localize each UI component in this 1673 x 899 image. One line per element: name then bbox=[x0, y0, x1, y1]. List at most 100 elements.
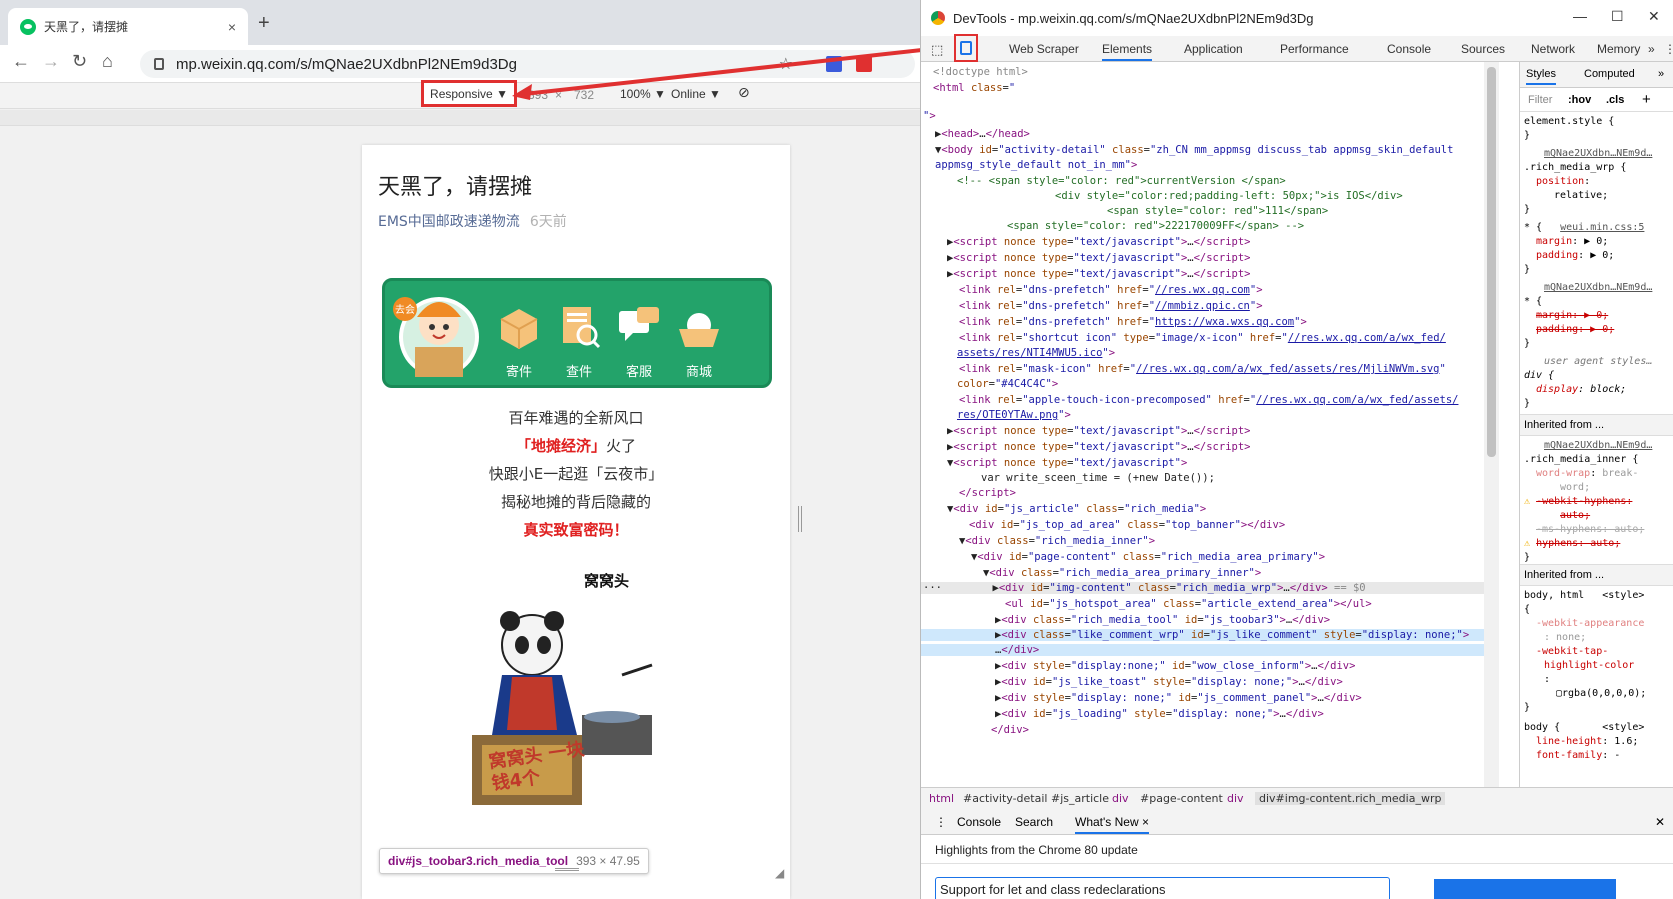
viewport-resize-handle[interactable] bbox=[798, 506, 802, 532]
breadcrumb-item[interactable]: #page-content bbox=[1140, 792, 1223, 805]
dom-line[interactable]: ▶<div class="rich_media_tool" id="js_too… bbox=[995, 614, 1330, 626]
dom-comment[interactable]: <!-- <span style="color: red">currentVer… bbox=[957, 175, 1286, 187]
style-rule[interactable]: body { <style> bbox=[1524, 722, 1644, 733]
dom-line[interactable]: ▶<script nonce type="text/javascript">…<… bbox=[947, 252, 1251, 264]
bottom-resize-handle[interactable] bbox=[555, 868, 579, 871]
tab-computed[interactable]: Computed bbox=[1584, 68, 1635, 80]
dom-line[interactable]: ▼<div id="page-content" class="rich_medi… bbox=[971, 551, 1325, 563]
style-source-link[interactable]: mQNae2UXdbn…NEm9d… bbox=[1544, 148, 1652, 159]
dom-line[interactable]: assets/res/NTI4MWU5.ico"> bbox=[957, 347, 1115, 359]
new-style-rule-button[interactable]: + bbox=[1642, 91, 1651, 108]
style-property[interactable]: word-wrap: break- bbox=[1536, 468, 1638, 479]
tab-styles[interactable]: Styles bbox=[1526, 68, 1556, 85]
drawer-tab-console[interactable]: Console bbox=[957, 815, 1001, 829]
dom-line[interactable]: ▶<div id="js_loading" style="display: no… bbox=[995, 708, 1324, 720]
dom-line[interactable]: <link rel="dns-prefetch" href="//res.wx.… bbox=[959, 284, 1263, 296]
whats-new-item[interactable]: Support for let and class redeclarations bbox=[935, 877, 1390, 899]
ems-service-banner[interactable]: 去会 寄件 查件 客服 商城 bbox=[382, 278, 772, 388]
dom-line[interactable]: <link rel="apple-touch-icon-precomposed"… bbox=[959, 394, 1458, 406]
dom-line[interactable]: ▶<script nonce type="text/javascript">…<… bbox=[947, 441, 1251, 453]
breadcrumb-item[interactable]: html bbox=[929, 792, 954, 805]
browser-tab[interactable]: 天黑了，请摆摊 × bbox=[8, 8, 248, 45]
banner-item-track[interactable]: 查件 bbox=[549, 303, 609, 380]
style-property[interactable]: font-family: - bbox=[1536, 750, 1620, 761]
kebab-menu-icon[interactable]: ⋮ bbox=[1664, 42, 1673, 56]
style-rule[interactable]: body, html <style> bbox=[1524, 590, 1644, 601]
responsive-dropdown[interactable]: Responsive ▼ bbox=[421, 80, 517, 107]
dom-line[interactable]: "> bbox=[923, 110, 936, 122]
tab-web-scraper[interactable]: Web Scraper bbox=[1009, 42, 1079, 56]
more-styles-tabs[interactable]: » bbox=[1658, 68, 1664, 80]
minimize-icon[interactable]: — bbox=[1573, 8, 1587, 24]
inspect-element-icon[interactable]: ⬚ bbox=[931, 42, 943, 58]
dom-line[interactable]: <link rel="shortcut icon" type="image/x-… bbox=[959, 332, 1446, 344]
dom-line[interactable]: ▶<div id="js_like_toast" style="display:… bbox=[995, 676, 1343, 688]
dom-line[interactable]: </script> bbox=[959, 487, 1016, 499]
dom-line[interactable]: ▶<head>…</head> bbox=[935, 128, 1030, 140]
dom-comment[interactable]: <span style="color: red">222170009FF</sp… bbox=[1007, 220, 1304, 232]
dom-line[interactable]: color="#4C4C4C"> bbox=[957, 378, 1058, 390]
styles-filter-input[interactable]: Filter bbox=[1528, 94, 1552, 106]
style-source-link[interactable]: mQNae2UXdbn…NEm9d… bbox=[1544, 440, 1652, 451]
elements-scrollbar[interactable] bbox=[1484, 62, 1499, 787]
dom-line-hovered[interactable]: …</div> bbox=[921, 644, 1484, 656]
style-property-overridden[interactable]: margin: ▶ 0; bbox=[1536, 310, 1608, 321]
dom-line[interactable]: ▼<script nonce type="text/javascript"> bbox=[947, 457, 1187, 469]
breadcrumb-item[interactable]: #js_article bbox=[1051, 792, 1109, 805]
home-icon[interactable]: ⌂ bbox=[102, 51, 113, 72]
tab-performance[interactable]: Performance bbox=[1280, 42, 1349, 56]
dom-comment[interactable]: <span style="color: red">111</span> bbox=[1107, 205, 1328, 217]
hov-toggle[interactable]: :hov bbox=[1568, 94, 1591, 106]
drawer-tab-whats-new[interactable]: What's New × bbox=[1075, 815, 1149, 834]
dom-line[interactable]: <ul id="js_hotspot_area" class="article_… bbox=[1005, 598, 1372, 610]
style-property[interactable]: -webkit-appearance bbox=[1536, 618, 1644, 629]
dom-line[interactable]: ▶<div style="display: none;" id="js_comm… bbox=[995, 692, 1362, 704]
tab-application[interactable]: Application bbox=[1184, 42, 1243, 56]
drawer-menu-icon[interactable]: ⋮ bbox=[935, 815, 947, 829]
corner-resize-handle[interactable]: ◢ bbox=[775, 866, 784, 880]
forward-arrow-icon[interactable]: → bbox=[42, 51, 60, 72]
dom-line[interactable]: <html class=" bbox=[933, 82, 1015, 94]
cls-toggle[interactable]: .cls bbox=[1606, 94, 1624, 106]
dom-line[interactable]: <link rel="mask-icon" href="//res.wx.qq.… bbox=[959, 363, 1446, 375]
device-toggle-icon[interactable] bbox=[954, 34, 978, 62]
tab-console[interactable]: Console bbox=[1387, 42, 1431, 56]
reload-icon[interactable]: ↻ bbox=[72, 51, 87, 72]
dom-line[interactable]: <!doctype html> bbox=[933, 66, 1028, 78]
style-rule[interactable]: .rich_media_wrp { bbox=[1524, 162, 1626, 173]
banner-item-service[interactable]: 客服 bbox=[609, 303, 669, 380]
whats-new-thumbnail[interactable] bbox=[1434, 879, 1616, 899]
breadcrumb-item[interactable]: div bbox=[1227, 792, 1244, 805]
style-property-overridden[interactable]: -ms-hyphens: auto; bbox=[1536, 524, 1644, 535]
new-tab-button[interactable]: + bbox=[258, 12, 270, 35]
tab-network[interactable]: Network bbox=[1531, 42, 1575, 56]
style-rule[interactable]: .rich_media_inner { bbox=[1524, 454, 1638, 465]
style-property[interactable]: padding: ▶ 0; bbox=[1536, 250, 1614, 261]
breadcrumb-item-active[interactable]: div#img-content.rich_media_wrp bbox=[1255, 792, 1446, 805]
close-icon[interactable]: ✕ bbox=[1648, 8, 1660, 25]
dom-line[interactable]: <link rel="dns-prefetch" href="//mmbiz.q… bbox=[959, 300, 1263, 312]
style-rule[interactable]: * { bbox=[1524, 296, 1542, 307]
tab-elements[interactable]: Elements bbox=[1102, 42, 1153, 61]
dom-line[interactable]: var write_sceen_time = (+new Date()); bbox=[981, 472, 1215, 484]
style-property[interactable]: relative; bbox=[1554, 190, 1608, 201]
article-source-link[interactable]: EMS中国邮政速递物流 bbox=[378, 214, 520, 230]
dom-line[interactable]: res/OTE0YTAw.png"> bbox=[957, 409, 1071, 421]
dom-line[interactable]: ▶<script nonce type="text/javascript">…<… bbox=[947, 236, 1251, 248]
dom-line[interactable]: ▼<body id="activity-detail" class="zh_CN… bbox=[935, 144, 1453, 156]
dom-comment[interactable]: <div style="color:red;padding-left: 50px… bbox=[1055, 190, 1403, 202]
dom-line[interactable]: ▼<div class="rich_media_inner"> bbox=[959, 535, 1155, 547]
dom-line[interactable]: ▼<div class="rich_media_area_primary_inn… bbox=[983, 567, 1261, 579]
breadcrumb-item[interactable]: #activity-detail bbox=[963, 792, 1047, 805]
breadcrumb-item[interactable]: div bbox=[1112, 792, 1129, 805]
dom-line[interactable]: appmsg_style_default not_in_mm"> bbox=[935, 159, 1137, 171]
style-property-warning[interactable]: ⚠ hyphens: auto; bbox=[1524, 538, 1620, 549]
dom-line[interactable]: ▶<div style="display:none;" id="wow_clos… bbox=[995, 660, 1355, 672]
style-property-warning[interactable]: ⚠ -webkit-hyphens: bbox=[1524, 496, 1632, 507]
back-arrow-icon[interactable]: ← bbox=[12, 51, 30, 72]
dom-line[interactable]: </div> bbox=[991, 724, 1029, 736]
tab-memory[interactable]: Memory bbox=[1597, 42, 1640, 56]
tab-close-button[interactable]: × bbox=[228, 19, 236, 35]
banner-item-mall[interactable]: 商城 bbox=[669, 303, 729, 380]
style-property[interactable]: ▢rgba(0,0,0,0); bbox=[1556, 688, 1646, 699]
